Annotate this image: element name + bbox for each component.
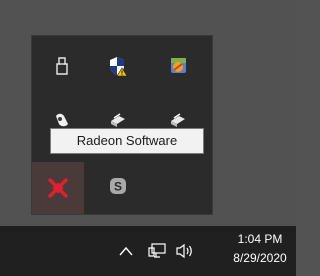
clock-time: 1:04 PM: [237, 232, 283, 246]
tray-item-windows-security[interactable]: [98, 46, 138, 86]
taskbar: 1:04 PM 8/29/2020: [0, 226, 296, 276]
show-hidden-icons-chevron-icon: [119, 246, 133, 256]
show-hidden-icons-button[interactable]: [116, 240, 136, 262]
volume-tray-button[interactable]: [174, 240, 196, 262]
network-tray-button[interactable]: [146, 240, 168, 262]
network-icon: [148, 243, 166, 258]
clock-date: 8/29/2020: [233, 251, 287, 265]
taskbar-clock[interactable]: 1:04 PM 8/29/2020: [224, 230, 296, 268]
radeon-software-tooltip: Radeon Software: [50, 128, 204, 154]
network-app-icon-2: [171, 113, 185, 127]
tray-overflow-flyout: S: [32, 36, 212, 214]
tray-item-app[interactable]: [158, 46, 198, 86]
svg-text:S: S: [114, 180, 122, 194]
bluetooth-device-icon: [56, 113, 68, 127]
tray-item-usb[interactable]: [42, 46, 82, 86]
usb-eject-icon: [56, 57, 68, 75]
radeon-software-icon: [48, 178, 68, 198]
colorful-app-icon: [171, 58, 186, 73]
windows-security-shield-icon: [110, 57, 128, 77]
skype-icon: S: [110, 178, 126, 194]
volume-icon: [176, 243, 192, 259]
network-app-icon: [111, 113, 125, 127]
tray-item-skype[interactable]: S: [98, 166, 138, 206]
tray-item-radeon-software[interactable]: [32, 162, 84, 214]
